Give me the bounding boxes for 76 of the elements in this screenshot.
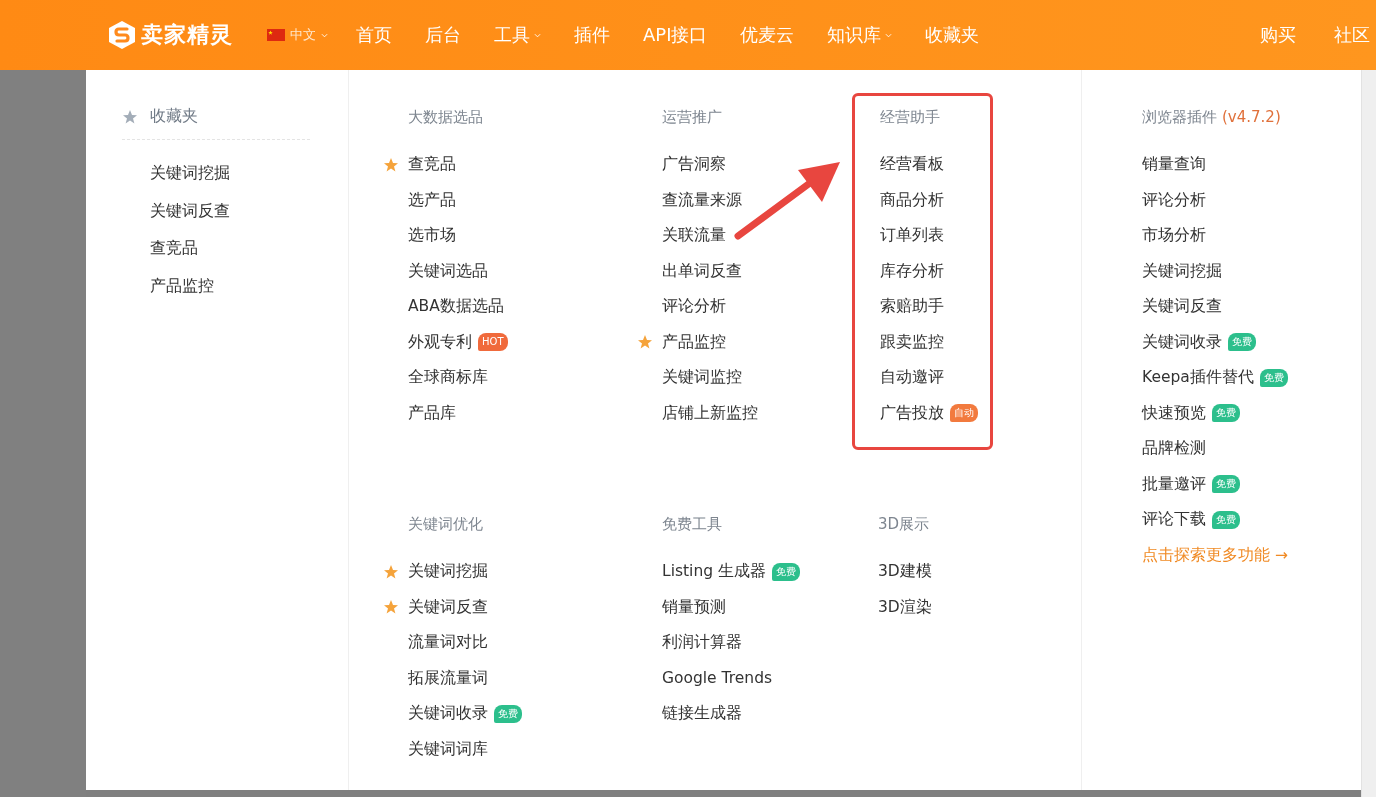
favorite-link[interactable]: 产品监控: [150, 266, 348, 304]
menu-link[interactable]: 品牌检测: [1142, 438, 1206, 460]
menu-link[interactable]: 关键词选品: [408, 260, 488, 282]
menu-link[interactable]: 选产品: [408, 189, 456, 211]
menu-link[interactable]: 自动邀评: [880, 367, 944, 389]
section-title: 浏览器插件: [1142, 107, 1217, 128]
flag-icon: [267, 29, 285, 41]
menu-link[interactable]: 关键词反查: [408, 596, 488, 618]
star-icon: [122, 108, 138, 125]
menu-link[interactable]: 销量预测: [662, 596, 726, 618]
menu-link[interactable]: 跟卖监控: [880, 331, 944, 353]
menu-link[interactable]: 出单词反查: [662, 260, 742, 282]
menu-link[interactable]: 流量词对比: [408, 632, 488, 654]
menu-link[interactable]: 利润计算器: [662, 632, 742, 654]
menu-link[interactable]: 关键词词库: [408, 738, 488, 760]
version-label: (v4.7.2): [1222, 107, 1281, 128]
menu-link[interactable]: 库存分析: [880, 260, 944, 282]
tag-badge: 免费: [772, 562, 800, 581]
favorite-link[interactable]: 关键词反查: [150, 191, 348, 229]
tag-badge: 免费: [1212, 475, 1240, 494]
section-title: 运营推广: [662, 107, 723, 128]
menu-link[interactable]: 索赔助手: [880, 296, 944, 318]
menu-link[interactable]: 关键词挖掘: [1142, 260, 1222, 282]
menu-link[interactable]: 评论分析: [1142, 189, 1206, 211]
tag-badge: 免费: [494, 704, 522, 723]
menu-link[interactable]: 产品库: [408, 402, 456, 424]
menu-link[interactable]: 链接生成器: [662, 703, 742, 725]
menu-link[interactable]: 3D渲染: [878, 596, 932, 618]
menu-link[interactable]: 店铺上新监控: [662, 402, 758, 424]
menu-link[interactable]: 3D建模: [878, 561, 932, 583]
favorite-link[interactable]: 查竞品: [150, 229, 348, 267]
logo-icon: [108, 20, 136, 50]
tag-badge: 免费: [1212, 404, 1240, 423]
caret-icon: [885, 32, 893, 38]
menu-link[interactable]: 商品分析: [880, 189, 944, 211]
menu-link[interactable]: 关键词反查: [1142, 296, 1222, 318]
menu-link[interactable]: 经营看板: [880, 154, 944, 176]
menu-link[interactable]: 选市场: [408, 225, 456, 247]
menu-link[interactable]: 关键词监控: [662, 367, 742, 389]
tag-badge: 免费: [1228, 333, 1256, 352]
tag-badge: 自动: [950, 404, 978, 423]
section-title: 经营助手: [880, 107, 941, 128]
menu-link[interactable]: 订单列表: [880, 225, 944, 247]
caret-icon: [321, 32, 328, 38]
section-title: 3D展示: [878, 514, 931, 535]
menu-link[interactable]: Google Trends: [662, 669, 773, 688]
caret-icon: [534, 32, 541, 38]
menu-link[interactable]: Listing 生成器: [662, 561, 766, 583]
section-title: 免费工具: [662, 514, 723, 535]
menu-link[interactable]: 关键词收录: [408, 703, 488, 725]
menu-link[interactable]: 销量查询: [1142, 154, 1206, 176]
menu-link[interactable]: 查流量来源: [662, 189, 742, 211]
menu-link[interactable]: 广告投放: [880, 402, 944, 424]
menu-link[interactable]: Keepa插件替代: [1142, 367, 1254, 389]
tag-badge: 免费: [1212, 510, 1240, 529]
menu-link[interactable]: ABA数据选品: [408, 296, 504, 318]
menu-link[interactable]: 全球商标库: [408, 367, 488, 389]
menu-link[interactable]: 批量邀评: [1142, 473, 1206, 495]
favorite-link[interactable]: 关键词挖掘: [150, 154, 348, 192]
tag-badge: 免费: [1259, 368, 1288, 387]
section-title: 关键词优化: [408, 514, 484, 535]
menu-link[interactable]: 评论分析: [662, 296, 726, 318]
menu-link[interactable]: 关联流量: [662, 225, 726, 247]
favorites-title: 收藏夹: [150, 106, 198, 127]
menu-link[interactable]: 查竞品: [408, 154, 456, 176]
menu-link[interactable]: 关键词收录: [1142, 331, 1222, 353]
menu-link[interactable]: 拓展流量词: [408, 667, 488, 689]
menu-link[interactable]: 外观专利: [408, 331, 472, 353]
menu-link[interactable]: 关键词挖掘: [408, 561, 488, 583]
menu-link[interactable]: 快速预览: [1142, 402, 1206, 424]
menu-link[interactable]: 广告洞察: [662, 154, 726, 176]
menu-link[interactable]: 评论下载: [1142, 509, 1206, 531]
tag-badge: HOT: [478, 333, 508, 352]
menu-link[interactable]: 产品监控: [662, 331, 726, 353]
menu-link[interactable]: 市场分析: [1142, 225, 1206, 247]
section-title: 大数据选品: [408, 107, 484, 128]
